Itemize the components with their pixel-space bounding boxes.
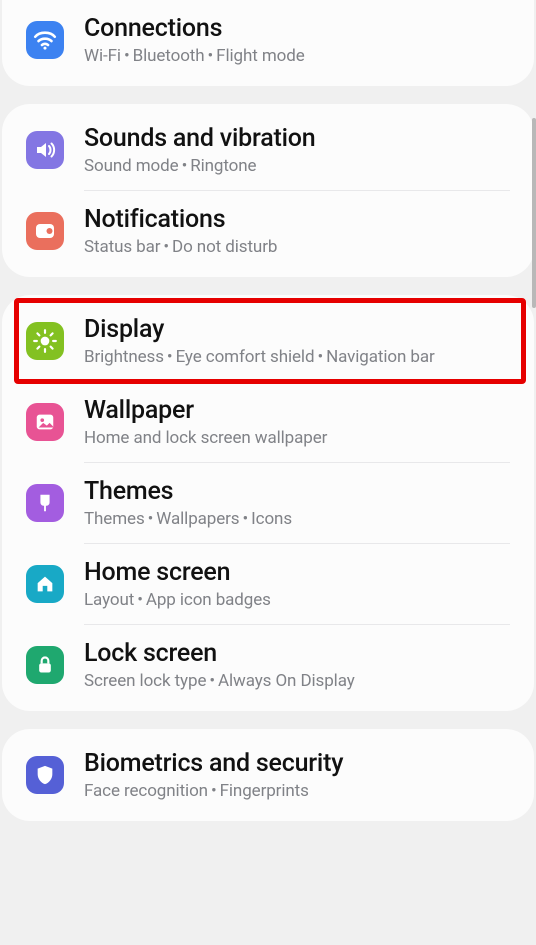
sound-icon — [26, 131, 64, 169]
row-subtitle: Themes•Wallpapers•Icons — [84, 509, 516, 529]
row-title: Lock screen — [84, 639, 516, 668]
settings-row-sounds[interactable]: Sounds and vibration Sound mode•Ringtone — [2, 110, 534, 190]
brightness-icon — [26, 322, 64, 360]
settings-row-connections[interactable]: Connections Wi-Fi•Bluetooth•Flight mode — [2, 0, 534, 80]
row-subtitle: Home and lock screen wallpaper — [84, 428, 516, 448]
row-title: Sounds and vibration — [84, 124, 516, 153]
row-title: Biometrics and security — [84, 749, 516, 778]
settings-row-display[interactable]: Display Brightness•Eye comfort shield•Nav… — [2, 301, 534, 381]
settings-row-homescreen[interactable]: Home screen Layout•App icon badges — [2, 544, 534, 624]
row-subtitle: Face recognition•Fingerprints — [84, 781, 516, 801]
row-title: Connections — [84, 14, 516, 43]
scroll-indicator — [532, 118, 536, 308]
settings-row-themes[interactable]: Themes Themes•Wallpapers•Icons — [2, 463, 534, 543]
row-subtitle: Wi-Fi•Bluetooth•Flight mode — [84, 46, 516, 66]
settings-group: Sounds and vibration Sound mode•Ringtone N… — [2, 104, 534, 277]
row-subtitle: Screen lock type•Always On Display — [84, 671, 516, 691]
home-icon — [26, 565, 64, 603]
settings-row-wallpaper[interactable]: Wallpaper Home and lock screen wallpaper — [2, 382, 534, 462]
row-subtitle: Brightness•Eye comfort shield•Navigation… — [84, 347, 516, 367]
row-subtitle: Layout•App icon badges — [84, 590, 516, 610]
notif-icon — [26, 212, 64, 250]
settings-group: Biometrics and security Face recognition•… — [2, 729, 534, 821]
row-title: Notifications — [84, 205, 516, 234]
row-subtitle: Sound mode•Ringtone — [84, 156, 516, 176]
settings-row-biometrics[interactable]: Biometrics and security Face recognition•… — [2, 735, 534, 815]
settings-row-notifications[interactable]: Notifications Status bar•Do not disturb — [2, 191, 534, 271]
row-subtitle: Status bar•Do not disturb — [84, 237, 516, 257]
picture-icon — [26, 403, 64, 441]
row-title: Wallpaper — [84, 396, 516, 425]
row-title: Home screen — [84, 558, 516, 587]
row-title: Themes — [84, 477, 516, 506]
wifi-icon — [26, 21, 64, 59]
lock-icon — [26, 646, 64, 684]
settings-row-lockscreen[interactable]: Lock screen Screen lock type•Always On Di… — [2, 625, 534, 705]
settings-group: Display Brightness•Eye comfort shield•Nav… — [2, 295, 534, 711]
settings-group: Connections Wi-Fi•Bluetooth•Flight mode — [2, 0, 534, 86]
shield-icon — [26, 756, 64, 794]
row-title: Display — [84, 315, 516, 344]
brush-icon — [26, 484, 64, 522]
